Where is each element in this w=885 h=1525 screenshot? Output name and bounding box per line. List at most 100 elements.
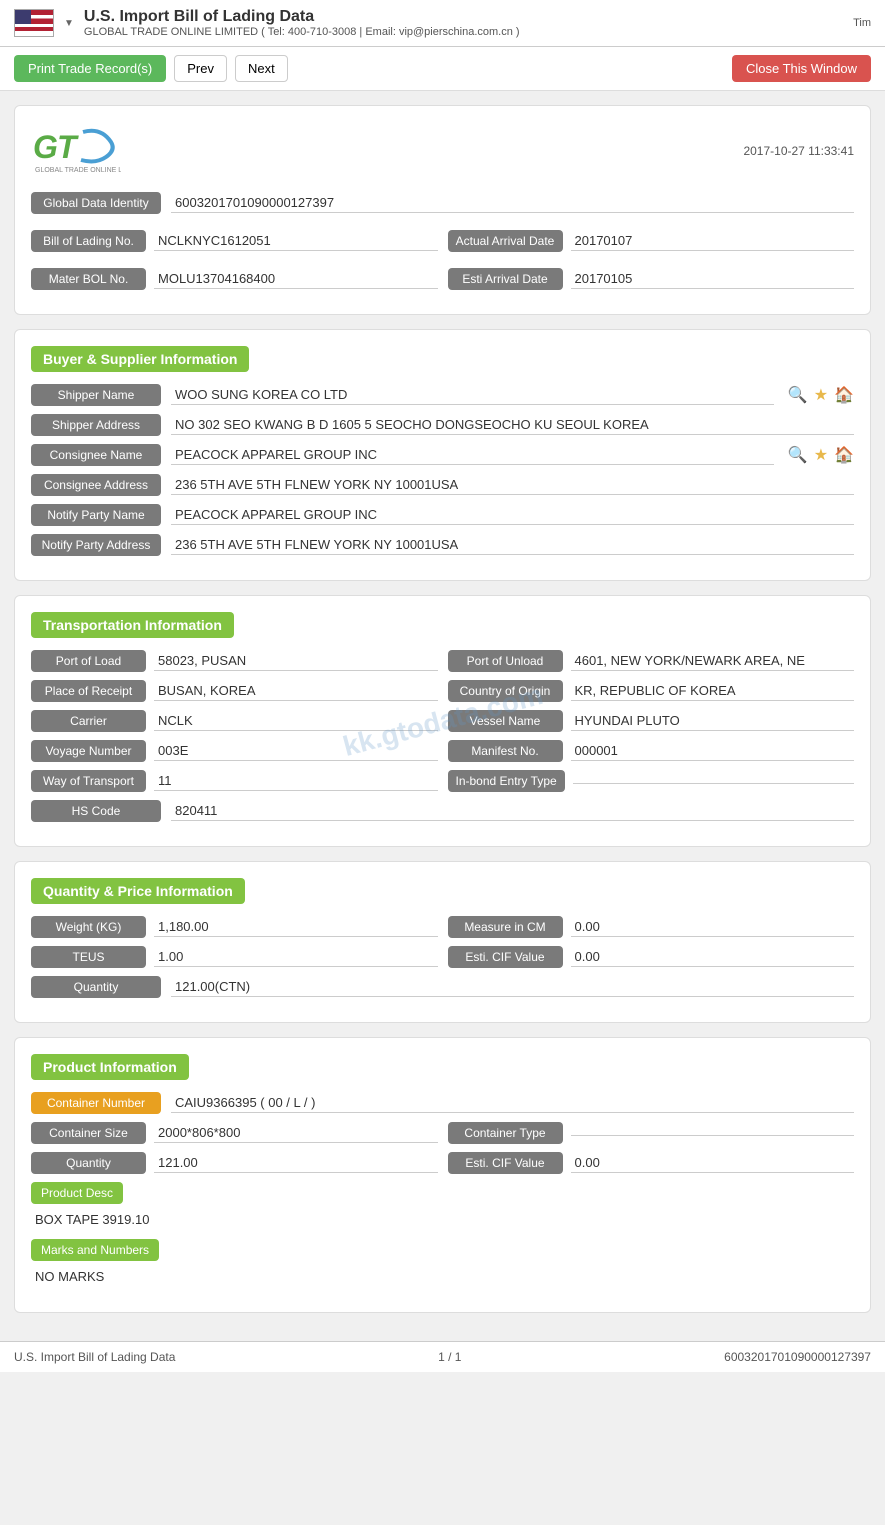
logo: G T GLOBAL TRADE ONLINE LIMITED xyxy=(31,122,121,180)
page-title: U.S. Import Bill of Lading Data xyxy=(84,8,520,26)
master-bol-label: Mater BOL No. xyxy=(31,268,146,290)
receipt-item: Place of Receipt BUSAN, KOREA xyxy=(31,680,438,702)
product-cif-label: Esti. CIF Value xyxy=(448,1152,563,1174)
manifest-item: Manifest No. 000001 xyxy=(448,740,855,762)
port-row: Port of Load 58023, PUSAN Port of Unload… xyxy=(31,650,854,672)
bol-arrival-row: Bill of Lading No. NCLKNYC1612051 Actual… xyxy=(31,230,854,252)
voyage-item: Voyage Number 003E xyxy=(31,740,438,762)
consignee-name-label: Consignee Name xyxy=(31,444,161,466)
bol-label: Bill of Lading No. xyxy=(31,230,146,252)
marks-section: Marks and Numbers NO MARKS xyxy=(31,1239,854,1286)
consignee-address-row: Consignee Address 236 5TH AVE 5TH FLNEW … xyxy=(31,474,854,496)
weight-value: 1,180.00 xyxy=(154,917,438,937)
country-origin-value: KR, REPUBLIC OF KOREA xyxy=(571,681,855,701)
print-button[interactable]: Print Trade Record(s) xyxy=(14,55,166,82)
buyer-supplier-card: Buyer & Supplier Information Shipper Nam… xyxy=(14,329,871,581)
vessel-name-label: Vessel Name xyxy=(448,710,563,732)
esti-cif-item: Esti. CIF Value 0.00 xyxy=(448,946,855,968)
notify-party-name-value: PEACOCK APPAREL GROUP INC xyxy=(171,505,854,525)
quantity-row: Quantity 121.00(CTN) xyxy=(31,976,854,998)
quantity-value: 121.00(CTN) xyxy=(171,977,854,997)
voyage-value: 003E xyxy=(154,741,438,761)
consignee-name-row: Consignee Name PEACOCK APPAREL GROUP INC… xyxy=(31,444,854,466)
consignee-address-label: Consignee Address xyxy=(31,474,161,496)
manifest-value: 000001 xyxy=(571,741,855,761)
product-title: Product Information xyxy=(31,1054,189,1080)
prev-button[interactable]: Prev xyxy=(174,55,227,82)
esti-cif-value: 0.00 xyxy=(571,947,855,967)
vessel-item: Vessel Name HYUNDAI PLUTO xyxy=(448,710,855,732)
gtc-logo-svg: G T GLOBAL TRADE ONLINE LIMITED xyxy=(31,122,121,177)
container-type-item: Container Type xyxy=(448,1122,855,1144)
marks-label: Marks and Numbers xyxy=(31,1239,159,1261)
bol-value: NCLKNYC1612051 xyxy=(154,231,438,251)
product-qty-cif-row: Quantity 121.00 Esti. CIF Value 0.00 xyxy=(31,1152,854,1174)
container-number-row: Container Number CAIU9366395 ( 00 / L / … xyxy=(31,1092,854,1114)
global-data-id-value: 6003201701090000127397 xyxy=(171,193,854,213)
place-receipt-label: Place of Receipt xyxy=(31,680,146,702)
way-inbond-row: Way of Transport 11 In-bond Entry Type xyxy=(31,770,854,792)
inbond-label: In-bond Entry Type xyxy=(448,770,565,792)
weight-label: Weight (KG) xyxy=(31,916,146,938)
consignee-home-icon[interactable]: 🏠 xyxy=(834,445,854,465)
shipper-icons: 🔍 ★ 🏠 xyxy=(788,385,854,405)
way-transport-item: Way of Transport 11 xyxy=(31,770,438,792)
esti-arrival-value: 20170105 xyxy=(571,269,855,289)
quantity-price-title: Quantity & Price Information xyxy=(31,878,245,904)
teus-cif-row: TEUS 1.00 Esti. CIF Value 0.00 xyxy=(31,946,854,968)
quantity-label: Quantity xyxy=(31,976,161,998)
shipper-address-value: NO 302 SEO KWANG B D 1605 5 SEOCHO DONGS… xyxy=(171,415,854,435)
footer-right: 6003201701090000127397 xyxy=(724,1350,871,1364)
master-bol-item: Mater BOL No. MOLU13704168400 xyxy=(31,268,438,290)
port-unload-label: Port of Unload xyxy=(448,650,563,672)
consignee-star-icon[interactable]: ★ xyxy=(814,445,828,465)
shipper-star-icon[interactable]: ★ xyxy=(814,385,828,405)
shipper-name-row: Shipper Name WOO SUNG KOREA CO LTD 🔍 ★ 🏠 xyxy=(31,384,854,406)
port-load-label: Port of Load xyxy=(31,650,146,672)
container-number-label: Container Number xyxy=(31,1092,161,1114)
transportation-card: Transportation Information kk.gtodata.co… xyxy=(14,595,871,847)
identity-grid: Global Data Identity 6003201701090000127… xyxy=(31,192,854,298)
place-receipt-value: BUSAN, KOREA xyxy=(154,681,438,701)
shipper-search-icon[interactable]: 🔍 xyxy=(788,385,808,405)
notify-party-address-row: Notify Party Address 236 5TH AVE 5TH FLN… xyxy=(31,534,854,556)
actual-arrival-item: Actual Arrival Date 20170107 xyxy=(448,230,855,252)
shipper-name-value: WOO SUNG KOREA CO LTD xyxy=(171,385,774,405)
transportation-title: Transportation Information xyxy=(31,612,234,638)
close-button[interactable]: Close This Window xyxy=(732,55,871,82)
bol-item: Bill of Lading No. NCLKNYC1612051 xyxy=(31,230,438,252)
port-unload-item: Port of Unload 4601, NEW YORK/NEWARK ARE… xyxy=(448,650,855,672)
manifest-label: Manifest No. xyxy=(448,740,563,762)
hs-code-label: HS Code xyxy=(31,800,161,822)
weight-measure-row: Weight (KG) 1,180.00 Measure in CM 0.00 xyxy=(31,916,854,938)
container-size-item: Container Size 2000*806*800 xyxy=(31,1122,438,1144)
voyage-label: Voyage Number xyxy=(31,740,146,762)
global-data-id-label: Global Data Identity xyxy=(31,192,161,214)
product-qty-label: Quantity xyxy=(31,1152,146,1174)
notify-party-address-value: 236 5TH AVE 5TH FLNEW YORK NY 10001USA xyxy=(171,535,854,555)
container-size-label: Container Size xyxy=(31,1122,146,1144)
dropdown-arrow[interactable]: ▼ xyxy=(64,18,74,29)
buyer-supplier-title: Buyer & Supplier Information xyxy=(31,346,249,372)
top-bar: ▼ U.S. Import Bill of Lading Data GLOBAL… xyxy=(0,0,885,47)
way-transport-value: 11 xyxy=(154,771,438,791)
measure-value: 0.00 xyxy=(571,917,855,937)
product-cif-item: Esti. CIF Value 0.00 xyxy=(448,1152,855,1174)
consignee-search-icon[interactable]: 🔍 xyxy=(788,445,808,465)
toolbar: Print Trade Record(s) Prev Next Close Th… xyxy=(0,47,885,91)
carrier-label: Carrier xyxy=(31,710,146,732)
next-button[interactable]: Next xyxy=(235,55,288,82)
way-transport-label: Way of Transport xyxy=(31,770,146,792)
inbond-value xyxy=(573,779,854,784)
svg-text:G: G xyxy=(33,129,58,165)
product-qty-value: 121.00 xyxy=(154,1153,438,1173)
product-qty-item: Quantity 121.00 xyxy=(31,1152,438,1174)
shipper-home-icon[interactable]: 🏠 xyxy=(834,385,854,405)
teus-label: TEUS xyxy=(31,946,146,968)
carrier-item: Carrier NCLK xyxy=(31,710,438,732)
svg-text:GLOBAL TRADE ONLINE LIMITED: GLOBAL TRADE ONLINE LIMITED xyxy=(35,167,121,174)
carrier-vessel-row: Carrier NCLK Vessel Name HYUNDAI PLUTO xyxy=(31,710,854,732)
time-display: Tim xyxy=(853,17,871,29)
product-desc-label: Product Desc xyxy=(31,1182,123,1204)
footer-center: 1 / 1 xyxy=(438,1350,461,1364)
